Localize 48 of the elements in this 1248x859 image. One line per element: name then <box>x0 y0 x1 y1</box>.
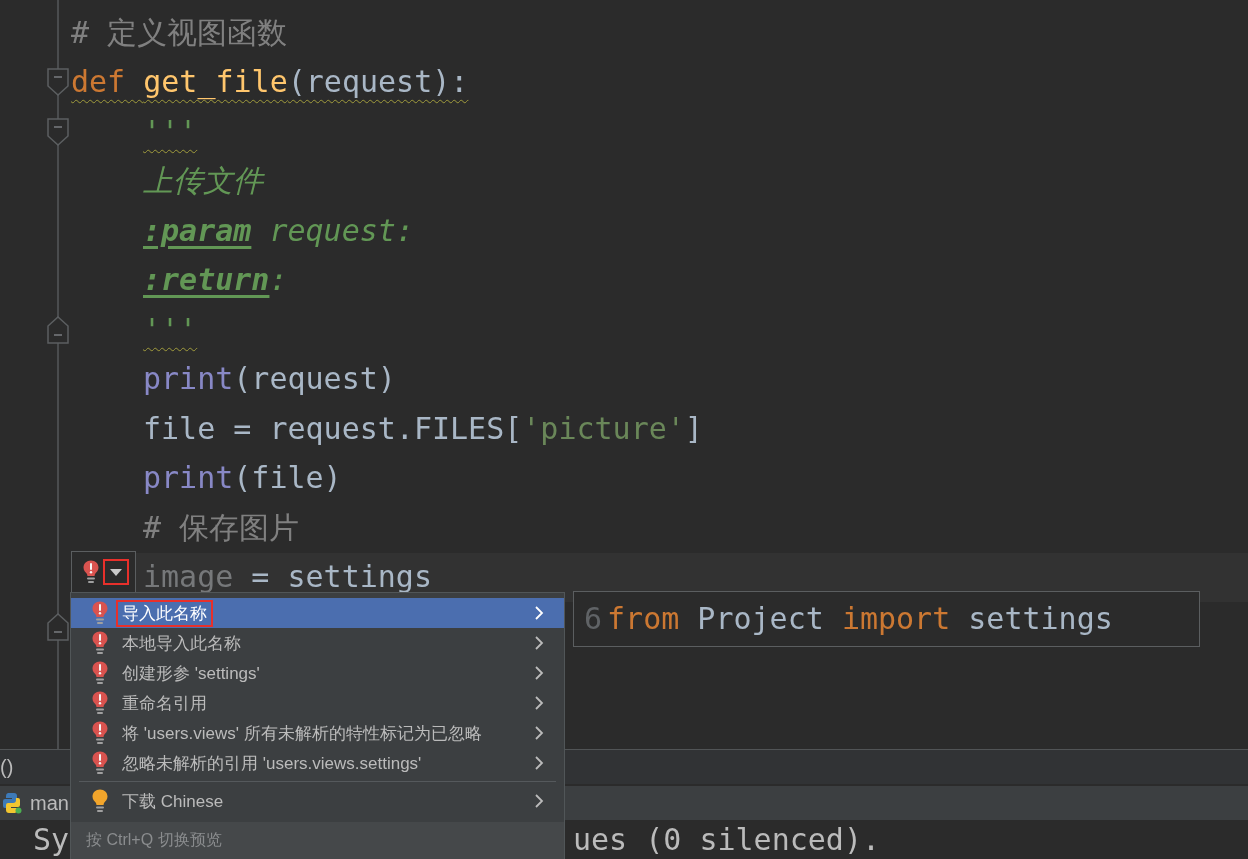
chevron-right-icon <box>534 605 544 621</box>
code-line: # 定义视图函数 <box>71 14 288 51</box>
code-line: print(request) <box>143 361 396 398</box>
quick-fix-item[interactable]: 创建形参 'settings' <box>71 658 564 688</box>
code-line: print(file) <box>143 460 342 497</box>
quick-fix-item[interactable]: 下载 Chinese <box>71 786 564 816</box>
chevron-right-icon <box>534 665 544 681</box>
chevron-right-icon <box>534 725 544 741</box>
error-bulb-icon <box>92 631 108 655</box>
editor-tab[interactable]: man <box>0 786 69 820</box>
quick-fix-item[interactable]: 重命名引用 <box>71 688 564 718</box>
console-text: ues (0 silenced). <box>573 821 881 858</box>
line-number: 6 <box>584 601 603 637</box>
error-bulb-icon <box>92 751 108 775</box>
code-line: ''' <box>143 311 198 348</box>
error-bulb-icon <box>92 601 108 625</box>
code-line: # 保存图片 <box>143 509 300 546</box>
quick-fix-item[interactable]: 导入此名称 <box>71 598 564 628</box>
fold-marker-icon[interactable] <box>47 612 69 641</box>
code-line: :return: <box>143 262 288 299</box>
error-bulb-icon <box>92 721 108 745</box>
fold-marker-icon[interactable] <box>47 117 69 146</box>
hint-text: 按 Ctrl+Q 切换预览 <box>86 830 222 850</box>
code-line: from Project import settings <box>607 601 1113 637</box>
fold-marker-icon[interactable] <box>47 68 69 97</box>
chevron-right-icon <box>534 695 544 711</box>
intention-bulb-button[interactable] <box>71 550 136 592</box>
quick-fix-item[interactable]: 本地导入此名称 <box>71 628 564 658</box>
python-file-icon <box>2 792 22 814</box>
chevron-right-icon <box>534 635 544 651</box>
quick-fix-item[interactable]: 忽略未解析的引用 'users.views.settings' <box>71 748 564 778</box>
error-bulb-icon <box>83 559 99 584</box>
code-line: image = settings <box>143 559 432 596</box>
fold-marker-icon[interactable] <box>47 315 69 344</box>
lightbulb-icon <box>92 789 108 813</box>
code-line: ''' <box>143 113 198 150</box>
code-line: def get_file(request): <box>71 64 469 101</box>
chevron-right-icon <box>534 755 544 771</box>
code-line: :param request: <box>143 212 414 249</box>
error-bulb-icon <box>92 691 108 715</box>
code-line: file = request.FILES['picture'] <box>143 410 703 447</box>
console-text: Sy <box>33 821 70 858</box>
header-title: () <box>0 755 14 779</box>
error-bulb-icon <box>92 661 108 685</box>
quick-fix-item[interactable]: 将 'users.views' 所有未解析的特性标记为已忽略 <box>71 718 564 748</box>
chevron-right-icon <box>534 793 544 809</box>
dropdown-caret-icon[interactable] <box>103 558 129 585</box>
code-line: 上传文件 <box>143 163 263 200</box>
